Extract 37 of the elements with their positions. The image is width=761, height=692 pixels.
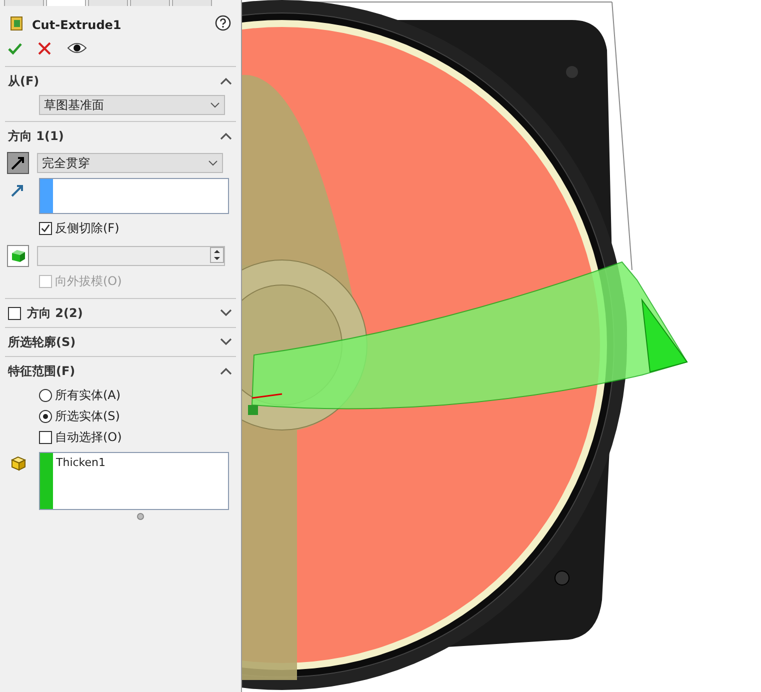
checkbox-label: 向外拔模(O): [55, 273, 122, 290]
reverse-direction-icon[interactable]: [7, 152, 29, 174]
caret-icon: [210, 102, 220, 108]
direction-arrow-icon: [11, 184, 24, 197]
dropdown[interactable]: 草图基准面: [39, 95, 225, 115]
expand-icon[interactable]: [220, 338, 232, 346]
feature-title: Cut-Extrude1: [32, 18, 122, 32]
list-item[interactable]: Thicken1: [53, 453, 109, 472]
expand-icon[interactable]: [220, 309, 232, 317]
checkbox[interactable]: [8, 306, 21, 320]
caret-icon: [208, 160, 218, 166]
section-title[interactable]: 方向 1(1): [8, 128, 214, 144]
radio-button[interactable]: [39, 410, 52, 423]
dropdown-value: 完全贯穿: [42, 154, 90, 172]
ok-icon[interactable]: [8, 42, 22, 56]
radio-button[interactable]: [39, 389, 52, 402]
resize-grip-icon[interactable]: [137, 513, 144, 520]
checkbox-label: 反侧切除(F): [55, 220, 120, 237]
section-title[interactable]: 所选轮廓(S): [8, 334, 214, 350]
section-title[interactable]: 特征范围(F): [8, 362, 214, 380]
collapse-icon[interactable]: [220, 367, 232, 375]
section-title[interactable]: 从(F): [8, 72, 214, 90]
checkbox[interactable]: [39, 222, 52, 235]
selection-box[interactable]: [39, 178, 229, 214]
checkbox[interactable]: [39, 431, 52, 444]
dropdown[interactable]: 完全贯穿: [37, 153, 223, 173]
draft-icon[interactable]: [7, 245, 29, 267]
cancel-icon[interactable]: [38, 42, 51, 56]
bodies-list[interactable]: Thicken1: [39, 452, 229, 510]
radio-label: 所选实体(S): [55, 408, 120, 425]
dropdown-value: 草图基准面: [44, 96, 104, 114]
collapse-icon[interactable]: [220, 132, 232, 140]
radio-label: 所有实体(A): [55, 387, 121, 404]
collapse-icon[interactable]: [220, 77, 232, 85]
section-title[interactable]: 方向 2(2): [27, 304, 214, 322]
eye-icon[interactable]: [67, 42, 87, 56]
checkbox-label: 自动选择(O): [55, 429, 122, 446]
